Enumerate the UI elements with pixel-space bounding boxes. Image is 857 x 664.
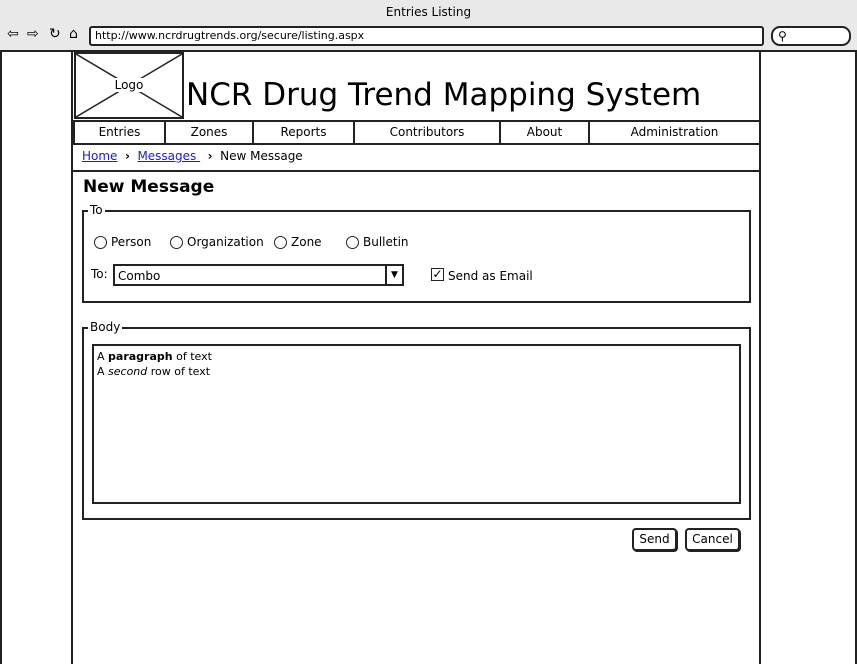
reload-icon[interactable]: ↻ — [49, 26, 61, 42]
recipient-combo-value: Combo — [118, 269, 161, 283]
to-fieldset — [82, 210, 751, 303]
url-bar[interactable]: http://www.ncrdrugtrends.org/secure/list… — [89, 26, 764, 46]
back-icon[interactable]: ⇦ — [7, 26, 19, 42]
send-as-email-checkbox[interactable]: ✓ — [431, 268, 444, 281]
radio-bulletin[interactable] — [346, 236, 359, 249]
body-legend: Body — [88, 320, 123, 334]
radio-zone-label: Zone — [291, 235, 322, 249]
window-title: Entries Listing — [385, 5, 472, 19]
tab-zones[interactable]: Zones — [166, 122, 254, 143]
divider — [73, 170, 761, 172]
chevron-right-icon: › — [207, 149, 213, 163]
radio-person[interactable] — [94, 236, 107, 249]
radio-person-label: Person — [111, 235, 152, 249]
breadcrumb-messages-link[interactable]: Messages — [137, 149, 200, 163]
dropdown-arrow-icon[interactable]: ▼ — [385, 266, 402, 284]
tab-administration[interactable]: Administration — [590, 122, 759, 143]
search-icon: ⚲ — [778, 29, 787, 43]
browser-search-field[interactable]: ⚲ — [771, 26, 851, 46]
main-nav: Entries Zones Reports Contributors About… — [73, 120, 761, 145]
page-left-gutter — [0, 52, 73, 664]
to-legend: To — [88, 203, 105, 217]
body-line-1: A paragraph of text — [97, 350, 212, 363]
breadcrumb-current: New Message — [220, 149, 303, 163]
logo-label: Logo — [112, 78, 146, 92]
tab-about[interactable]: About — [501, 122, 590, 143]
to-label: To: — [91, 267, 108, 281]
forward-icon[interactable]: ⇨ — [27, 26, 39, 42]
radio-bulletin-label: Bulletin — [363, 235, 409, 249]
message-body-textarea[interactable]: A paragraph of text A second row of text — [92, 344, 741, 504]
send-button[interactable]: Send — [632, 528, 677, 551]
radio-zone[interactable] — [274, 236, 287, 249]
chevron-right-icon: › — [124, 149, 130, 163]
site-title: NCR Drug Trend Mapping System — [186, 77, 702, 113]
body-line-2: A second row of text — [97, 365, 211, 378]
recipient-combo[interactable]: Combo ▼ — [113, 264, 404, 286]
home-icon[interactable]: ⌂ — [69, 26, 78, 42]
radio-organization-label: Organization — [187, 235, 264, 249]
breadcrumb-home-link[interactable]: Home — [82, 149, 117, 163]
radio-organization[interactable] — [170, 236, 183, 249]
page-title: New Message — [83, 177, 215, 197]
tab-reports[interactable]: Reports — [254, 122, 355, 143]
send-as-email-label: Send as Email — [448, 269, 533, 283]
tab-entries[interactable]: Entries — [75, 122, 166, 143]
cancel-button[interactable]: Cancel — [685, 528, 740, 551]
tab-contributors[interactable]: Contributors — [355, 122, 501, 143]
breadcrumb: Home › Messages › New Message — [82, 148, 303, 164]
logo: Logo — [74, 52, 184, 119]
page-right-gutter — [759, 52, 857, 664]
